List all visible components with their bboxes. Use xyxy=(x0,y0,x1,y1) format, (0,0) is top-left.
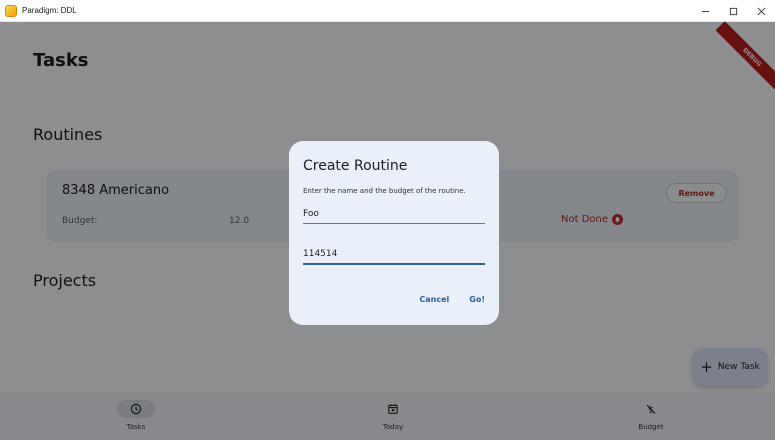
minimize-icon xyxy=(701,10,709,12)
routine-name-input[interactable] xyxy=(303,204,485,224)
dialog-title: Create Routine xyxy=(303,158,408,174)
app-icon xyxy=(5,4,17,17)
create-routine-dialog: Create Routine Enter the name and the bu… xyxy=(289,141,499,325)
window-controls xyxy=(691,0,775,22)
dialog-actions: Cancel Go! xyxy=(419,295,485,304)
routine-budget-input[interactable] xyxy=(303,245,485,265)
window-title: Paradigm: DDL xyxy=(22,6,77,15)
close-icon xyxy=(757,7,765,15)
dialog-description: Enter the name and the budget of the rou… xyxy=(303,187,466,195)
maximize-icon xyxy=(729,7,737,15)
go-button[interactable]: Go! xyxy=(469,295,485,304)
cancel-button[interactable]: Cancel xyxy=(419,295,449,304)
minimize-button[interactable] xyxy=(691,0,719,22)
close-button[interactable] xyxy=(747,0,775,22)
window-titlebar: Paradigm: DDL xyxy=(0,0,775,22)
maximize-button[interactable] xyxy=(719,0,747,22)
